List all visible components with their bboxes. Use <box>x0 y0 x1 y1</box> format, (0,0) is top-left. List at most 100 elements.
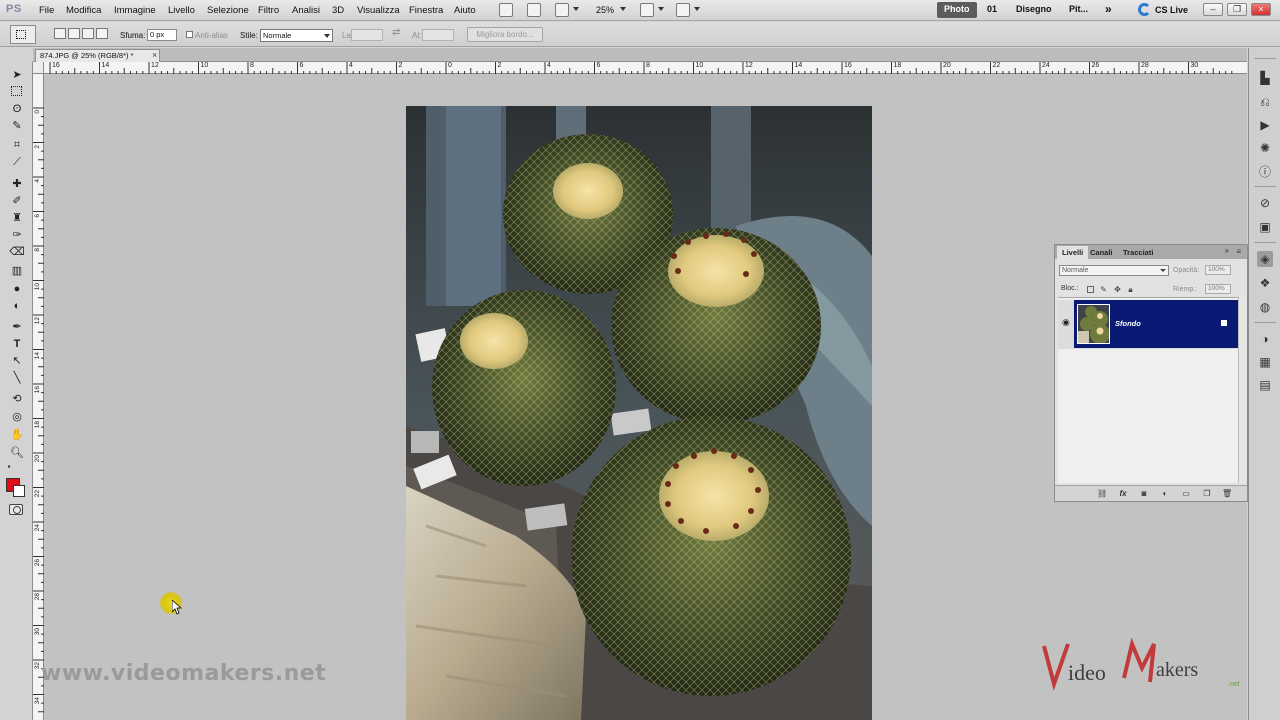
document-close-icon[interactable]: × <box>152 50 157 61</box>
opacity-input[interactable]: 100% <box>1205 265 1231 275</box>
type-tool-icon[interactable]: T <box>9 337 25 351</box>
extras-icon[interactable] <box>555 3 569 17</box>
shape-tool-icon[interactable]: ╲ <box>9 371 25 385</box>
height-input[interactable] <box>422 29 454 41</box>
intersect-selection-icon[interactable] <box>96 28 108 39</box>
panel-collapse-icon[interactable]: » <box>1225 246 1229 255</box>
info-panel-icon[interactable]: ⓘ <box>1257 164 1273 180</box>
tool-preset-picker[interactable] <box>10 25 36 44</box>
pen-tool-icon[interactable]: ✒ <box>9 320 25 334</box>
new-adjustment-icon[interactable]: ◐ <box>1160 489 1170 499</box>
workspace-overflow-icon[interactable]: » <box>1098 0 1119 16</box>
blend-mode-select[interactable]: Normale <box>1059 265 1169 276</box>
menu-filtro[interactable]: Filtro <box>258 5 279 16</box>
panel-menu-icon[interactable]: ≡ <box>1236 247 1241 256</box>
extras-dropdown-icon[interactable] <box>573 7 579 11</box>
clone-stamp-tool-icon[interactable]: ♜ <box>9 211 25 225</box>
clone-source-icon[interactable]: ⊘ <box>1257 195 1273 211</box>
fill-input[interactable]: 100% <box>1205 284 1231 294</box>
background-color[interactable] <box>13 485 25 497</box>
add-selection-icon[interactable] <box>68 28 80 39</box>
antialias-checkbox[interactable] <box>186 31 193 38</box>
feather-input[interactable]: 0 px <box>147 29 177 41</box>
cs-live-menu[interactable]: CS Live <box>1155 5 1188 15</box>
bridge-icon[interactable] <box>499 3 513 17</box>
zoom-tool-icon[interactable]: 🔍︎ <box>9 446 25 460</box>
lasso-tool-icon[interactable]: ʘ <box>9 102 25 116</box>
eraser-tool-icon[interactable]: ⌫ <box>9 245 25 259</box>
cs-live-icon[interactable] <box>1138 3 1151 16</box>
menu-immagine[interactable]: Immagine <box>114 5 156 16</box>
subtract-selection-icon[interactable] <box>82 28 94 39</box>
paths-panel-icon[interactable]: ◍ <box>1257 299 1273 315</box>
move-tool-icon[interactable]: ➤ <box>9 68 25 82</box>
brush-tool-icon[interactable]: ✐ <box>9 194 25 208</box>
menu-livello[interactable]: Livello <box>168 5 195 16</box>
layer-style-icon[interactable]: fx <box>1118 489 1128 499</box>
history-panel-icon[interactable]: ⎌ <box>1257 94 1273 110</box>
menu-file[interactable]: File <box>39 5 54 16</box>
minimize-button[interactable]: – <box>1203 3 1223 16</box>
histogram-panel-icon[interactable]: ▙ <box>1257 70 1273 86</box>
mini-bridge-icon[interactable] <box>527 3 541 17</box>
menu-selezione[interactable]: Selezione <box>207 5 249 16</box>
marquee-tool-icon[interactable] <box>11 86 22 96</box>
layers-scrollbar[interactable] <box>1238 297 1246 483</box>
masks-panel-icon[interactable]: ▣ <box>1257 219 1273 235</box>
ruler-origin[interactable] <box>33 62 44 74</box>
menu-analisi[interactable]: Analisi <box>292 5 320 16</box>
refine-edge-button[interactable]: Migliora bordo... <box>467 27 543 42</box>
actions-panel-icon[interactable]: ▶ <box>1257 117 1273 133</box>
workspace-pit[interactable]: Pit... <box>1062 2 1095 18</box>
swap-dimensions-icon[interactable]: ⇄ <box>392 27 400 38</box>
cactus-photo[interactable] <box>406 106 872 720</box>
3d-rotate-tool-icon[interactable]: ⟲ <box>9 392 25 406</box>
gradient-tool-icon[interactable]: ▥ <box>9 264 25 278</box>
new-group-icon[interactable]: ▭ <box>1181 489 1191 499</box>
blur-tool-icon[interactable]: ● <box>9 282 25 296</box>
tab-livelli[interactable]: Livelli <box>1057 246 1089 259</box>
restore-button[interactable]: ❐ <box>1227 3 1247 16</box>
screen-mode-icon[interactable] <box>676 3 690 17</box>
lock-pixels-icon[interactable]: ✎ <box>1099 285 1108 294</box>
width-input[interactable] <box>351 29 383 41</box>
layers-panel-icon[interactable]: ◈ <box>1257 251 1273 267</box>
style-select[interactable]: Normale <box>260 29 333 42</box>
layer-visibility-eye-icon[interactable]: ◉ <box>1062 317 1073 328</box>
screen-mode-dropdown-icon[interactable] <box>694 7 700 11</box>
crop-tool-icon[interactable]: ⌗ <box>9 138 25 152</box>
lock-transparent-icon[interactable] <box>1087 286 1094 293</box>
layer-name[interactable]: Sfondo <box>1115 319 1141 328</box>
brush-presets-icon[interactable]: ✺ <box>1257 140 1273 156</box>
tab-canali[interactable]: Canali <box>1085 246 1118 259</box>
quick-selection-tool-icon[interactable]: ✎ <box>9 119 25 133</box>
swatches-panel-icon[interactable]: ▦ <box>1257 354 1273 370</box>
arrange-dropdown-icon[interactable] <box>658 7 664 11</box>
path-selection-tool-icon[interactable]: ↖ <box>9 354 25 368</box>
styles-panel-icon[interactable]: ▤ <box>1257 377 1273 393</box>
menu-finestra[interactable]: Finestra <box>409 5 443 16</box>
tab-tracciati[interactable]: Tracciati <box>1118 246 1158 259</box>
delete-layer-icon[interactable]: 🗑︎ <box>1222 489 1232 499</box>
workspace-disegno[interactable]: Disegno <box>1009 2 1059 18</box>
channels-panel-icon[interactable]: ❖ <box>1257 275 1273 291</box>
close-button[interactable]: × <box>1251 3 1271 16</box>
document-tab[interactable]: 874.JPG @ 25% (RGB/8*) * × <box>35 49 160 62</box>
menu-aiuto[interactable]: Aiuto <box>454 5 476 16</box>
healing-brush-tool-icon[interactable]: ✚ <box>9 177 25 191</box>
lock-position-icon[interactable]: ✥ <box>1113 285 1122 294</box>
add-mask-icon[interactable]: ◙ <box>1139 489 1149 499</box>
default-colors-icon[interactable]: ▪ <box>4 460 14 474</box>
lock-all-icon[interactable]: 🔒︎ <box>1126 285 1135 294</box>
eyedropper-tool-icon[interactable]: ⟋ <box>9 155 25 169</box>
zoom-dropdown-icon[interactable] <box>620 7 626 11</box>
new-selection-icon[interactable] <box>54 28 66 39</box>
adjustments-panel-icon[interactable]: ◑ <box>1257 331 1273 347</box>
menu-modifica[interactable]: Modifica <box>66 5 101 16</box>
link-layers-icon[interactable]: ⛓ <box>1097 489 1107 499</box>
zoom-level[interactable]: 25% <box>596 5 614 15</box>
new-layer-icon[interactable]: ❐ <box>1202 489 1212 499</box>
3d-camera-tool-icon[interactable]: ◎ <box>9 410 25 424</box>
menu-visualizza[interactable]: Visualizza <box>357 5 400 16</box>
dodge-tool-icon[interactable]: ◐ <box>9 299 25 313</box>
